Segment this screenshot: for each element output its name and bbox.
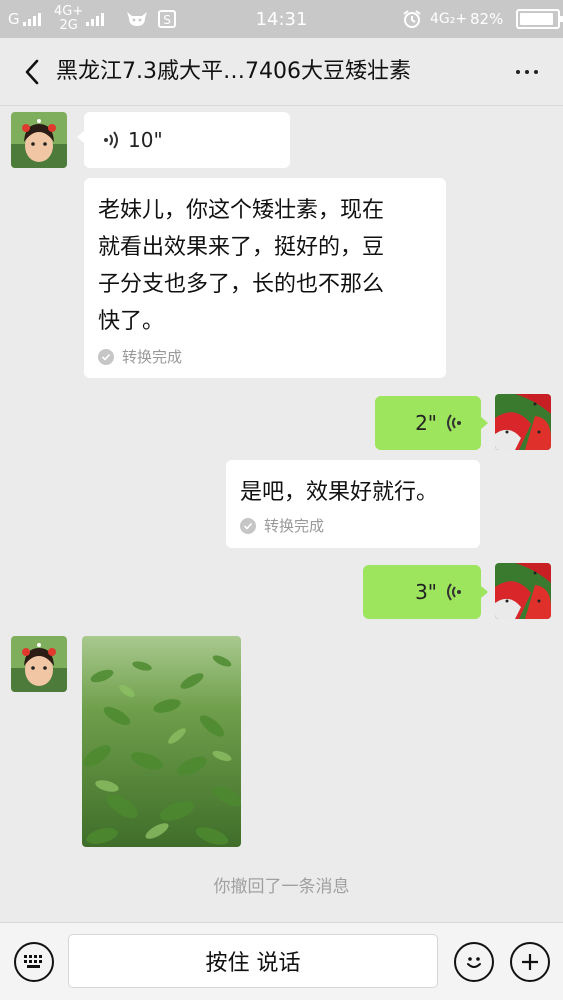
conversion-status-label: 转换完成 <box>264 517 325 535</box>
transcript-line: 子分支也多了，长的也不那么 <box>98 272 385 297</box>
more-icon-dot <box>516 70 520 74</box>
status-bar: G 4G+ 2G S 14:31 4G₂+ 82% <box>0 0 563 38</box>
transcript-text: 是吧，效果好就行。 <box>240 480 439 505</box>
conversion-status-label: 转换完成 <box>122 348 183 366</box>
my-voice-message[interactable]: 2" <box>375 396 488 450</box>
voice-wave-icon <box>447 583 461 601</box>
back-button[interactable] <box>14 54 50 90</box>
contact-avatar[interactable] <box>11 636 67 692</box>
keyboard-toggle-button[interactable] <box>14 942 54 982</box>
transcript-line: 就看出效果来了，挺好的，豆 <box>98 235 385 260</box>
conversion-status: 转换完成 <box>240 515 324 536</box>
clock-text: 14:31 <box>255 8 308 30</box>
contact-avatar[interactable] <box>11 112 67 168</box>
voice-duration: 2" <box>415 411 437 435</box>
check-icon <box>98 348 114 365</box>
my-avatar[interactable] <box>495 394 551 450</box>
input-bar: 按住 说话 <box>0 922 563 1000</box>
transcript-text: 老妹儿，你这个矮壮素，现在 就看出效果来了，挺好的，豆 子分支也多了，长的也不那… <box>98 192 384 340</box>
transcript-line: 老妹儿，你这个矮壮素，现在 <box>98 198 385 223</box>
network-type-right-label: 4G₂+ <box>430 11 468 27</box>
more-options-button[interactable] <box>509 60 545 84</box>
battery-percent: 82% <box>470 0 503 38</box>
my-avatar[interactable] <box>495 563 551 619</box>
hold-to-talk-button[interactable]: 按住 说话 <box>68 934 438 988</box>
voice-wave-icon <box>104 131 118 149</box>
alarm-icon <box>402 0 422 38</box>
chat-title: 黑龙江7.3戚大平…7406大豆矮壮素 <box>56 59 411 84</box>
more-icon-dot <box>534 70 538 74</box>
plus-icon <box>522 954 538 970</box>
emoji-icon <box>467 957 481 968</box>
chevron-left-icon <box>25 59 39 85</box>
voice-duration: 10" <box>128 128 163 152</box>
more-icon-dot <box>525 70 529 74</box>
voice-message[interactable]: 10" <box>77 112 290 168</box>
voice-duration: 3" <box>415 580 437 604</box>
chat-header: 黑龙江7.3戚大平…7406大豆矮壮素 <box>0 38 563 106</box>
voice-transcript[interactable]: 老妹儿，你这个矮壮素，现在 就看出效果来了，挺好的，豆 子分支也多了，长的也不那… <box>84 178 446 378</box>
my-voice-transcript[interactable]: 是吧，效果好就行。 转换完成 <box>226 460 480 548</box>
transcript-line: 快了。 <box>98 309 165 334</box>
emoji-button[interactable] <box>454 942 494 982</box>
voice-wave-icon <box>447 414 461 432</box>
conversion-status: 转换完成 <box>98 346 182 367</box>
keyboard-icon <box>24 955 42 968</box>
recall-notice: 你撤回了一条消息 <box>213 877 350 897</box>
battery-icon <box>510 0 563 38</box>
more-functions-button[interactable] <box>510 942 550 982</box>
battery-percent-label: 82% <box>470 10 504 28</box>
network-type-right: 4G₂+ <box>430 0 467 38</box>
image-message[interactable] <box>82 636 241 847</box>
my-voice-message[interactable]: 3" <box>363 565 488 619</box>
check-icon <box>240 517 256 534</box>
